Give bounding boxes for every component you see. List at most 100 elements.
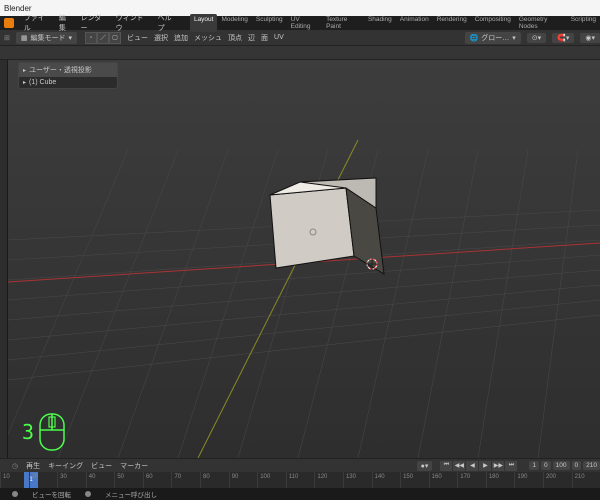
timeline-view[interactable]: ビュー <box>91 461 112 471</box>
menu-help[interactable]: ヘルプ <box>158 13 178 33</box>
timeline-tick: 210 <box>572 472 600 488</box>
timeline-tick: 60 <box>143 472 172 488</box>
frame-end[interactable]: 210 <box>583 461 600 470</box>
timeline-header: ◷ 再生 キーイング ビュー マーカー ●▾ ⏮ ◀◀ ◀ ▶ ▶▶ ⏭ 1 0… <box>0 458 600 472</box>
header-view[interactable]: ビュー <box>127 33 148 43</box>
disclosure-triangle-icon[interactable]: ▸ <box>23 67 26 74</box>
screencast-mouse-overlay: 3 <box>22 412 66 452</box>
timeline-playback[interactable]: 再生 <box>26 461 40 471</box>
blender-logo-icon[interactable] <box>4 18 14 28</box>
timeline-tick: 50 <box>114 472 143 488</box>
top-menubar: ファイル 編集 レンダー ウィンドウ ヘルプ Layout Modeling S… <box>0 16 600 30</box>
tab-texture-paint[interactable]: Texture Paint <box>322 14 364 32</box>
timeline-tick: 70 <box>171 472 200 488</box>
timeline-tick: 200 <box>543 472 572 488</box>
timeline-tick: 20 <box>29 472 58 488</box>
timeline-tick: 140 <box>372 472 401 488</box>
tab-modeling[interactable]: Modeling <box>217 14 251 32</box>
timeline-tick: 120 <box>314 472 343 488</box>
edge-mode-button[interactable]: ／ <box>97 32 109 44</box>
header-edge[interactable]: 辺 <box>248 33 255 43</box>
timeline-tick: 30 <box>57 472 86 488</box>
vertex-mode-button[interactable]: ▫ <box>85 32 97 44</box>
menu-edit[interactable]: 編集 <box>59 13 73 33</box>
timeline-editor[interactable]: 1 10203040506070809010011012013014015016… <box>0 472 600 488</box>
globe-icon: 🌐 <box>470 34 479 42</box>
tab-layout[interactable]: Layout <box>190 14 218 32</box>
mouse-icon <box>38 412 66 452</box>
mode-selector[interactable]: ▦ 編集モード ▾ <box>16 32 77 44</box>
pivot-selector[interactable]: ⊙▾ <box>527 33 546 43</box>
select-mode-toggles: ▫ ／ ▢ <box>85 32 121 44</box>
viewport-info-panel: ▸ ユーザー・透視投影 ▸ (1) Cube <box>18 62 118 89</box>
header-vertex[interactable]: 頂点 <box>228 33 242 43</box>
header-face[interactable]: 面 <box>261 33 268 43</box>
mouse-middle-icon <box>12 491 18 497</box>
frame-current[interactable]: 1 <box>529 461 539 470</box>
play-button[interactable]: ▶ <box>479 461 491 471</box>
timeline-tick: 180 <box>486 472 515 488</box>
disclosure-triangle-icon[interactable]: ▸ <box>23 79 26 86</box>
mouse-right-icon <box>85 491 91 497</box>
header-select[interactable]: 選択 <box>154 33 168 43</box>
menu-file[interactable]: ファイル <box>24 13 51 33</box>
header-mesh[interactable]: メッシュ <box>194 33 222 43</box>
tab-compositing[interactable]: Compositing <box>471 14 515 32</box>
orientation-selector[interactable]: 🌐 グロー… ▾ <box>465 32 521 44</box>
timeline-keying[interactable]: キーイング <box>48 461 83 471</box>
tab-uv-editing[interactable]: UV Editing <box>287 14 322 32</box>
next-keyframe-button[interactable]: ▶▶ <box>492 461 504 471</box>
play-reverse-button[interactable]: ◀ <box>466 461 478 471</box>
tool-controlbar: ⊞ ▦ 編集モード ▾ ▫ ／ ▢ ビュー 選択 追加 メッシュ 頂点 辺 面 … <box>0 30 600 46</box>
3d-viewport[interactable]: ▸ ユーザー・透視投影 ▸ (1) Cube 3 <box>8 60 600 458</box>
frame-start2[interactable]: 0 <box>572 461 582 470</box>
timeline-tick: 80 <box>200 472 229 488</box>
timeline-tick: 100 <box>257 472 286 488</box>
click-count: 3 <box>22 420 34 444</box>
snap-toggle[interactable]: 🧲▾ <box>552 33 574 43</box>
timeline-editor-icon[interactable]: ◷ <box>12 462 18 470</box>
chevron-down-icon: ▾ <box>69 34 73 42</box>
app-title: Blender <box>4 4 32 13</box>
jump-end-button[interactable]: ⏭ <box>505 461 517 471</box>
timeline-tick: 160 <box>429 472 458 488</box>
timeline-marker[interactable]: マーカー <box>120 461 148 471</box>
timeline-tick: 40 <box>86 472 115 488</box>
workspace-tabs: Layout Modeling Sculpting UV Editing Tex… <box>190 14 600 32</box>
status-rotate: ビューを回転 <box>32 489 71 499</box>
tab-scripting[interactable]: Scripting <box>567 14 600 32</box>
autokey-toggle[interactable]: ●▾ <box>417 461 433 471</box>
cube-object[interactable] <box>270 178 384 274</box>
header-uv[interactable]: UV <box>274 34 284 41</box>
tab-rendering[interactable]: Rendering <box>433 14 471 32</box>
tab-sculpting[interactable]: Sculpting <box>252 14 287 32</box>
timeline-tick: 110 <box>286 472 315 488</box>
toolbar-strip[interactable] <box>0 60 8 458</box>
menu-render[interactable]: レンダー <box>80 13 107 33</box>
tab-shading[interactable]: Shading <box>364 14 396 32</box>
header-add[interactable]: 追加 <box>174 33 188 43</box>
prev-keyframe-button[interactable]: ◀◀ <box>453 461 465 471</box>
jump-start-button[interactable]: ⏮ <box>440 461 452 471</box>
edit-mode-icon: ▦ <box>21 34 28 42</box>
editor-type-icon[interactable]: ⊞ <box>4 34 10 42</box>
timeline-tick: 90 <box>229 472 258 488</box>
transport-controls: ⏮ ◀◀ ◀ ▶ ▶▶ ⏭ <box>440 461 517 471</box>
tab-animation[interactable]: Animation <box>396 14 433 32</box>
frame-range-fields: 1 0 100 0 210 <box>529 461 600 470</box>
frame-start[interactable]: 0 <box>541 461 551 470</box>
proportional-toggle[interactable]: ◉▾ <box>580 33 600 43</box>
timeline-tick: 190 <box>514 472 543 488</box>
timeline-tick: 10 <box>0 472 29 488</box>
frame-preview-end[interactable]: 100 <box>553 461 570 470</box>
viewport-scene <box>8 60 600 458</box>
viewport-subheader <box>0 46 600 60</box>
menu-window[interactable]: ウィンドウ <box>116 13 150 33</box>
timeline-tick: 150 <box>400 472 429 488</box>
info-row-projection: ▸ ユーザー・透視投影 <box>19 63 117 77</box>
info-row-object: ▸ (1) Cube <box>19 77 117 88</box>
tab-geometry-nodes[interactable]: Geometry Nodes <box>515 14 567 32</box>
timeline-tick: 130 <box>343 472 372 488</box>
status-menu: メニュー呼び出し <box>105 489 157 499</box>
face-mode-button[interactable]: ▢ <box>109 32 121 44</box>
